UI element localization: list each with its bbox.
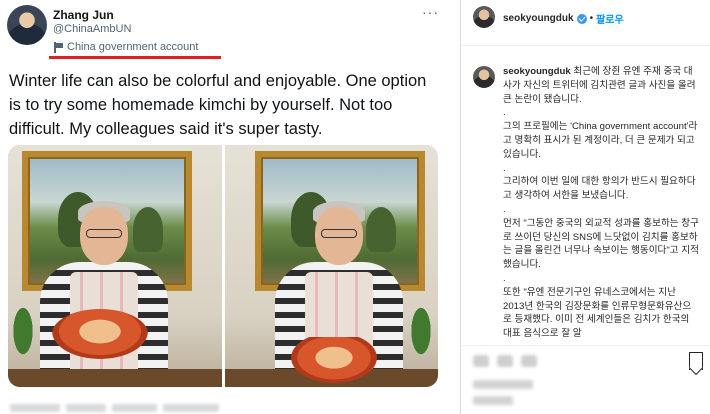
- more-options-icon[interactable]: ···: [422, 4, 439, 20]
- blurred-text: [163, 404, 219, 412]
- blurred-text: [10, 404, 60, 412]
- blurred-text: [66, 404, 106, 412]
- caption-username[interactable]: seokyoungduk: [503, 66, 571, 77]
- caption-line: 먼저 "그동안 중국의 외교적 성과를 홍보하는 창구로 쓰이던 당신의 SNS…: [503, 217, 699, 271]
- instagram-avatar[interactable]: [473, 6, 495, 28]
- tweet-photos[interactable]: [8, 145, 438, 387]
- caption-line: .: [503, 272, 506, 284]
- blurred-text: [112, 404, 157, 412]
- blurred-action: [473, 355, 489, 367]
- caption-line: seokyoungduk 최근에 장쥔 유엔 주재 중국 대사가 자신의 트위터…: [503, 66, 696, 105]
- caption-line: .: [503, 107, 506, 119]
- caption-avatar[interactable]: [473, 66, 495, 88]
- instagram-post: seokyoungduk • 팔로우 seokyoungduk 최근에 장쥔 유…: [460, 0, 710, 414]
- blurred-text: [473, 396, 513, 405]
- divider: [461, 345, 710, 346]
- instagram-caption: seokyoungduk 최근에 장쥔 유엔 주재 중국 대사가 자신의 트위터…: [503, 65, 699, 341]
- caption-line: .: [503, 162, 506, 174]
- government-account-label: China government account: [53, 41, 198, 53]
- blurred-action: [521, 355, 537, 367]
- follow-button[interactable]: 팔로우: [596, 11, 624, 26]
- blurred-text: [473, 380, 533, 389]
- tweet-card: Zhang Jun @ChinaAmbUN China government a…: [0, 0, 448, 414]
- tweet-author-handle[interactable]: @ChinaAmbUN: [53, 23, 131, 35]
- tweet-photo-right[interactable]: [224, 145, 438, 387]
- instagram-caption-area: seokyoungduk 최근에 장쥔 유엔 주재 중국 대사가 자신의 트위터…: [461, 57, 710, 345]
- bookmark-icon[interactable]: [689, 352, 703, 370]
- tweet-author-name[interactable]: Zhang Jun: [53, 8, 114, 22]
- instagram-header-user: seokyoungduk • 팔로우: [503, 11, 624, 26]
- flag-icon: [53, 41, 63, 53]
- red-underline-annotation: [49, 56, 221, 59]
- instagram-header: seokyoungduk • 팔로우: [461, 0, 710, 46]
- tweet-photo-left[interactable]: [8, 145, 222, 387]
- caption-line: 그리하여 이번 일에 대한 항의가 반드시 필요하다고 생각하여 서한을 보냈습…: [503, 176, 696, 202]
- blurred-action: [497, 355, 513, 367]
- caption-line: 그의 프로필에는 'China government account'라고 명확…: [503, 121, 698, 160]
- separator-dot: •: [589, 13, 594, 24]
- government-account-text: China government account: [67, 41, 199, 53]
- caption-line: .: [503, 203, 506, 215]
- tweet-avatar[interactable]: [7, 5, 47, 45]
- verified-icon: [576, 13, 587, 24]
- instagram-username[interactable]: seokyoungduk: [503, 13, 574, 24]
- instagram-actions: [461, 350, 710, 374]
- tweet-text: Winter life can also be colorful and enj…: [9, 72, 427, 138]
- caption-line: 또한 "유엔 전문기구인 유네스코에서는 지난 2013년 한국의 김장문화를 …: [503, 286, 692, 340]
